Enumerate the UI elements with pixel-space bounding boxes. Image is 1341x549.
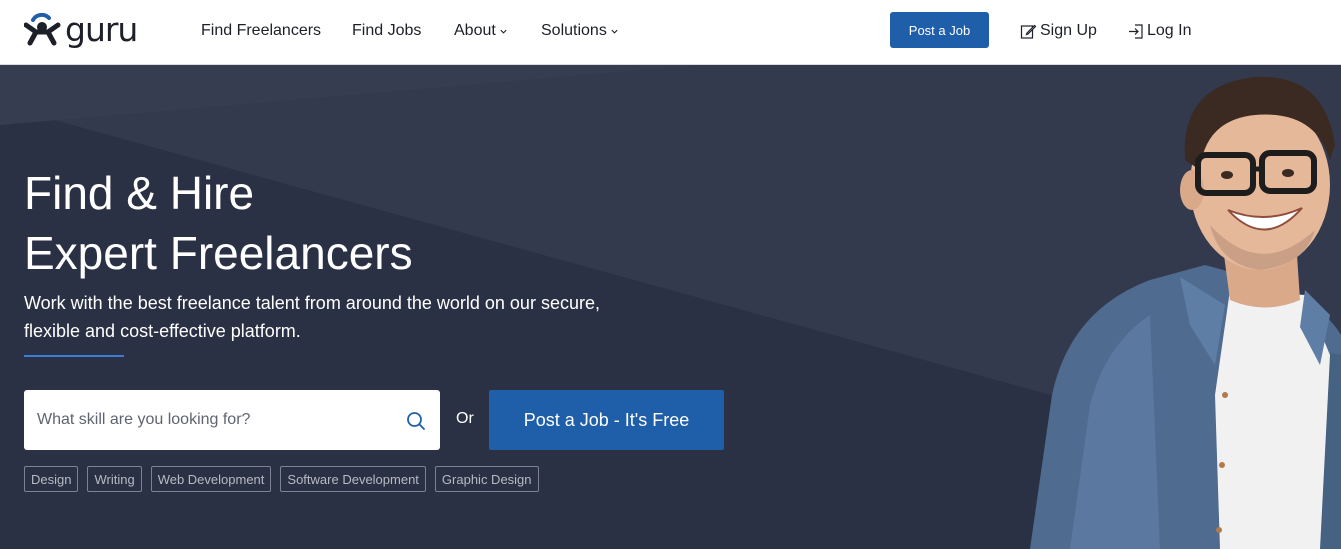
chevron-down-icon — [611, 29, 618, 34]
logo-wordmark: guru — [65, 10, 138, 49]
nav-solutions-label: Solutions — [541, 22, 607, 39]
guru-logo[interactable]: guru — [24, 13, 156, 47]
hero-subtitle: Work with the best freelance talent from… — [24, 293, 600, 341]
tag-design[interactable]: Design — [24, 466, 79, 492]
skill-search-input[interactable] — [37, 400, 387, 440]
or-separator: Or — [456, 410, 474, 427]
hero-title-line2: Expert Freelancers — [24, 227, 413, 279]
hero-title: Find & Hire Expert Freelancers — [24, 163, 724, 283]
hero-section: Find & Hire Expert Freelancers Work with… — [0, 65, 1341, 549]
post-job-button[interactable]: Post a Job — [890, 12, 989, 48]
tag-writing[interactable]: Writing — [87, 466, 142, 492]
log-in-label: Log In — [1147, 22, 1192, 39]
nav-about[interactable]: About — [454, 20, 508, 42]
tag-graphic-design[interactable]: Graphic Design — [434, 466, 539, 492]
nav-about-label: About — [454, 22, 496, 39]
nav-find-freelancers[interactable]: Find Freelancers — [201, 20, 321, 42]
sign-up-link[interactable]: Sign Up — [1020, 20, 1097, 42]
log-in-link[interactable]: Log In — [1127, 20, 1191, 42]
login-icon — [1129, 23, 1143, 39]
site-header: guru Find Freelancers Find Jobs About So… — [0, 0, 1341, 65]
hero-divider — [24, 355, 124, 357]
chevron-down-icon — [500, 29, 507, 34]
guru-logo-icon — [24, 13, 61, 46]
hero-person-image — [1030, 76, 1341, 549]
post-job-free-button[interactable]: Post a Job - It's Free — [489, 390, 724, 450]
edit-icon — [1020, 24, 1037, 39]
popular-skill-tags: Design Writing Web Development Software … — [24, 466, 539, 492]
sign-up-label: Sign Up — [1040, 22, 1097, 39]
tag-software-development[interactable]: Software Development — [280, 466, 426, 492]
search-icon[interactable] — [406, 411, 426, 431]
skill-search-box — [24, 390, 440, 450]
tag-web-development[interactable]: Web Development — [150, 466, 272, 492]
nav-solutions[interactable]: Solutions — [541, 20, 619, 42]
nav-find-jobs[interactable]: Find Jobs — [352, 20, 421, 42]
hero-title-line1: Find & Hire — [24, 167, 255, 219]
